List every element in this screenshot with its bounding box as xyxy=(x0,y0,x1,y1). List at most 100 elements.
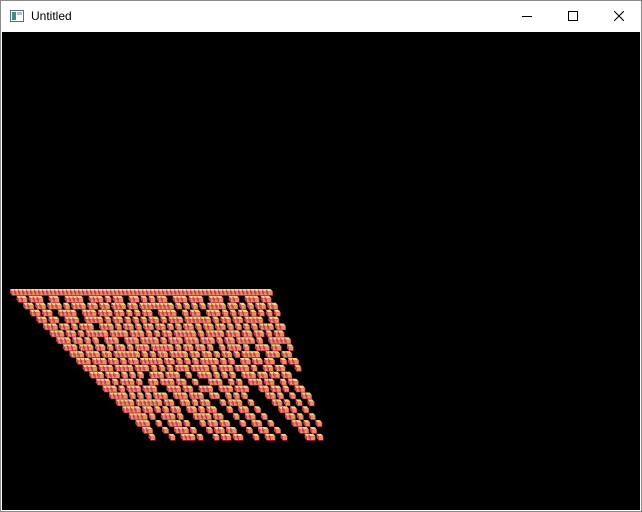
block-cell xyxy=(227,323,234,331)
block-cell xyxy=(126,344,134,351)
block-cell xyxy=(250,364,258,372)
block-cell xyxy=(265,309,273,317)
block-cell xyxy=(221,309,229,317)
block-cell xyxy=(71,323,78,331)
block-cell xyxy=(295,399,303,407)
block-cell xyxy=(175,323,182,331)
block-cell xyxy=(247,302,255,310)
block-cell xyxy=(133,309,141,317)
block-cell xyxy=(198,406,206,414)
block-cell xyxy=(191,378,199,386)
block-cell xyxy=(168,433,176,441)
block-cell xyxy=(197,330,205,338)
block-cell xyxy=(145,330,153,338)
block-cell xyxy=(212,433,220,441)
block-cell xyxy=(228,358,235,365)
block-cell xyxy=(219,399,227,407)
block-cell xyxy=(129,392,136,400)
block-cell xyxy=(227,378,235,386)
block-cell xyxy=(125,309,133,317)
block-cell xyxy=(192,358,199,365)
block-cell xyxy=(77,330,85,338)
block-cell xyxy=(183,420,191,427)
block-cell xyxy=(249,309,257,317)
block-cell xyxy=(111,378,119,386)
block-cell xyxy=(286,344,294,351)
block-cell xyxy=(174,344,182,351)
block-cell xyxy=(290,406,298,414)
block-cell xyxy=(265,330,273,338)
block-cell xyxy=(132,316,140,324)
close-button[interactable] xyxy=(596,1,642,32)
block-cell xyxy=(195,323,202,331)
block-cell xyxy=(140,295,148,303)
block-cell xyxy=(181,309,189,317)
block-cell xyxy=(216,337,224,345)
block-cell xyxy=(239,302,247,310)
maximize-button[interactable] xyxy=(550,1,596,32)
block-cell xyxy=(150,364,158,372)
block-cell xyxy=(148,295,156,303)
block-cell xyxy=(213,351,221,358)
block-cell xyxy=(175,302,183,310)
block-cell xyxy=(279,378,287,386)
block-cell xyxy=(196,433,204,441)
block-cell xyxy=(160,337,168,345)
block-cell xyxy=(315,420,323,427)
minimize-icon xyxy=(522,8,532,26)
block-cell xyxy=(307,399,315,407)
block-cell xyxy=(294,364,302,372)
block-cell xyxy=(140,316,148,324)
minimize-button[interactable] xyxy=(504,1,550,32)
block-cell xyxy=(218,344,226,351)
block-cell xyxy=(283,399,291,407)
block-cell xyxy=(148,433,156,441)
block-cell xyxy=(124,316,132,324)
block-cell xyxy=(280,433,288,441)
block-cell xyxy=(251,323,258,331)
block-cell xyxy=(137,371,145,379)
block-cell xyxy=(120,358,127,365)
block-cell xyxy=(220,358,227,365)
app-window: Untitled xyxy=(0,0,642,512)
block-cell xyxy=(63,302,71,310)
block-cell xyxy=(155,420,163,427)
block-cell xyxy=(221,371,229,379)
block-cell xyxy=(191,399,199,407)
block-cell xyxy=(229,371,237,379)
block-cell xyxy=(104,295,112,303)
block-cell xyxy=(153,330,161,338)
block-cell xyxy=(185,371,193,379)
block-cell xyxy=(176,358,183,365)
block-cell xyxy=(232,413,240,420)
block-cell xyxy=(166,364,174,372)
block-cell xyxy=(308,413,316,420)
block-cell xyxy=(242,344,250,351)
block-cell xyxy=(226,406,234,414)
block-cell xyxy=(118,385,126,393)
block-cell xyxy=(267,420,275,427)
block-cell xyxy=(257,309,265,317)
close-icon xyxy=(613,8,625,26)
block-cell xyxy=(199,302,207,310)
block-cell xyxy=(92,337,100,345)
block-cell xyxy=(247,399,255,407)
block-cell xyxy=(158,364,166,372)
block-cell xyxy=(235,378,243,386)
block-cell xyxy=(289,392,296,400)
render-canvas[interactable] xyxy=(2,32,640,510)
block-cell xyxy=(167,323,174,331)
block-cell xyxy=(162,406,170,414)
block-cell xyxy=(241,392,248,400)
block-cell xyxy=(277,392,284,400)
title-bar[interactable]: Untitled xyxy=(1,1,641,32)
block-cell xyxy=(303,420,311,427)
block-cell xyxy=(191,302,199,310)
block-cell xyxy=(160,316,168,324)
block-cell xyxy=(280,358,287,365)
app-icon xyxy=(10,9,24,22)
maximize-icon xyxy=(568,8,578,26)
block-cell xyxy=(135,323,142,331)
block-cell xyxy=(184,358,191,365)
block-cell xyxy=(137,392,144,400)
